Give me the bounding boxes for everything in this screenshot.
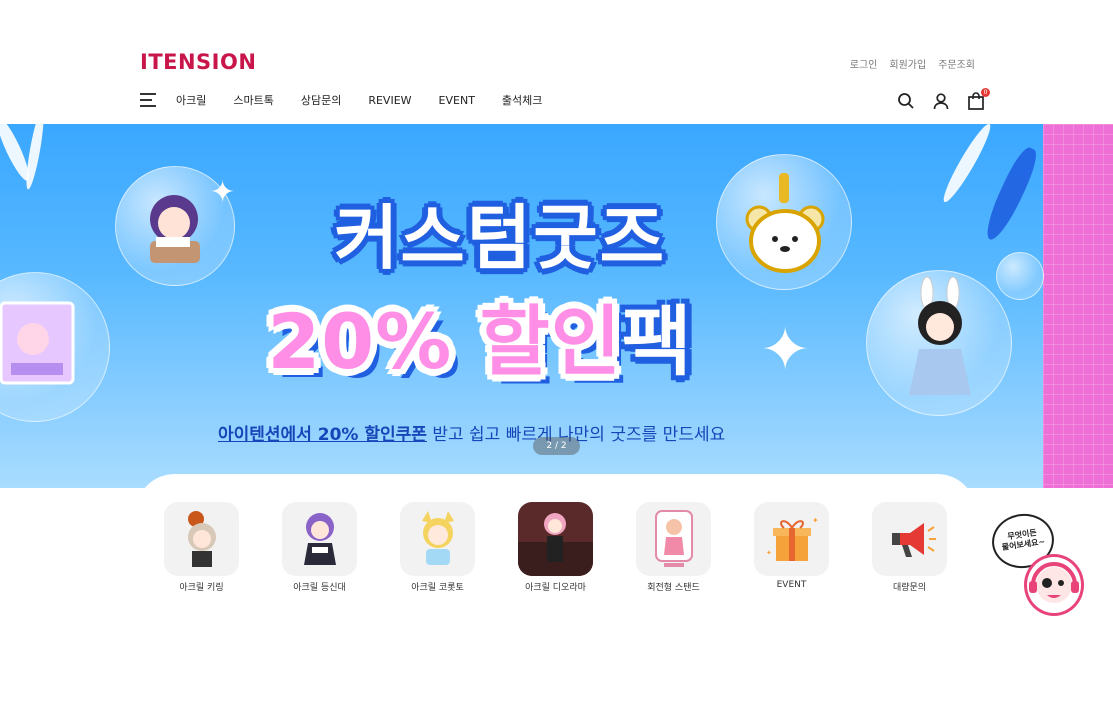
category-acrylic-korotto[interactable]: 아크릴 코롯토 — [400, 502, 475, 593]
page: ITENSION 로그인 회원가입 주문조회 아크릴 스마트톡 상담문의 REV… — [0, 0, 1113, 715]
banner-headline-line2: 20% 할인팩 — [0, 280, 960, 390]
banner-headline-line1: 커스텀굿즈 — [334, 197, 666, 279]
svg-text:✦: ✦ — [766, 549, 772, 557]
nav-item-attendance[interactable]: 출석체크 — [502, 92, 542, 108]
gift-icon: ✦ ✦ — [754, 502, 829, 576]
main-nav: 아크릴 스마트톡 상담문의 REVIEW EVENT 출석체크 — [140, 92, 569, 108]
banner-discount-text: 20% 할인 — [267, 297, 622, 386]
category-rotating-stand[interactable]: 회전형 스탠드 — [636, 502, 711, 593]
category-list: 아크릴 키링 아크릴 등신대 아크릴 코롯토 아크릴 디오라마 회전형 스탠드 — [164, 502, 947, 593]
shopping-bag-icon[interactable]: 0 — [967, 88, 990, 110]
header-icons: 0 — [897, 88, 990, 110]
banner-coupon-highlight: 아이텐션에서 20% 할인쿠폰 — [218, 425, 427, 445]
category-label: 아크릴 키링 — [179, 583, 224, 593]
nav-item-smarttok[interactable]: 스마트톡 — [233, 92, 273, 108]
category-label: 아크릴 디오라마 — [525, 583, 586, 593]
nav-item-acrylic[interactable]: 아크릴 — [176, 92, 206, 108]
category-event[interactable]: ✦ ✦ EVENT — [754, 502, 829, 593]
category-label: EVENT — [776, 580, 807, 590]
chat-widget[interactable]: 무엇이든 물어보세요~ — [988, 509, 1087, 622]
brand-logo[interactable]: ITENSION — [140, 50, 256, 74]
nav-item-consult[interactable]: 상담문의 — [301, 92, 341, 108]
top-links: 로그인 회원가입 주문조회 — [850, 56, 975, 71]
acrylic-korotto-thumb — [400, 502, 475, 576]
banner-pink-strip — [1043, 124, 1113, 488]
user-icon[interactable] — [932, 92, 950, 110]
nav-item-event[interactable]: EVENT — [439, 94, 475, 107]
cart-count-badge: 0 — [981, 88, 990, 97]
rotating-stand-thumb — [636, 502, 711, 576]
hamburger-icon[interactable] — [140, 93, 156, 107]
category-label: 회전형 스탠드 — [647, 583, 700, 593]
banner-pager[interactable]: 2 / 2 — [533, 437, 580, 455]
category-label: 대량문의 — [892, 583, 927, 593]
hero-banner[interactable]: ✦ ✦ 커스텀굿즈 20% 할인팩 아이텐션에서 20% 할인쿠폰 받고 쉽고 … — [0, 124, 1113, 488]
search-icon[interactable] — [897, 92, 915, 110]
nav-item-review[interactable]: REVIEW — [368, 94, 411, 107]
acrylic-diorama-thumb — [518, 502, 593, 576]
signup-link[interactable]: 회원가입 — [889, 56, 926, 71]
category-acrylic-standee[interactable]: 아크릴 등신대 — [282, 502, 357, 593]
banner-pack-text: 팩 — [621, 297, 693, 386]
banner-subline: 아이텐션에서 20% 할인쿠폰 받고 쉽고 빠르게 나만의 굿즈를 만드세요 — [218, 420, 725, 445]
acrylic-standee-thumb — [282, 502, 357, 576]
order-lookup-link[interactable]: 주문조회 — [938, 56, 975, 71]
palm-leaf-left — [23, 124, 47, 191]
megaphone-icon — [872, 502, 947, 576]
category-label: 아크릴 등신대 — [293, 583, 346, 593]
small-bubble — [996, 252, 1044, 300]
category-acrylic-diorama[interactable]: 아크릴 디오라마 — [518, 502, 593, 593]
acrylic-keyring-thumb — [164, 502, 239, 576]
category-label: 아크릴 코롯토 — [411, 583, 464, 593]
category-bulk-inquiry[interactable]: 대량문의 — [872, 502, 947, 593]
category-acrylic-keyring[interactable]: 아크릴 키링 — [164, 502, 239, 593]
login-link[interactable]: 로그인 — [850, 56, 878, 71]
svg-text:✦: ✦ — [812, 516, 819, 525]
headset-mascot-icon — [1024, 554, 1084, 616]
